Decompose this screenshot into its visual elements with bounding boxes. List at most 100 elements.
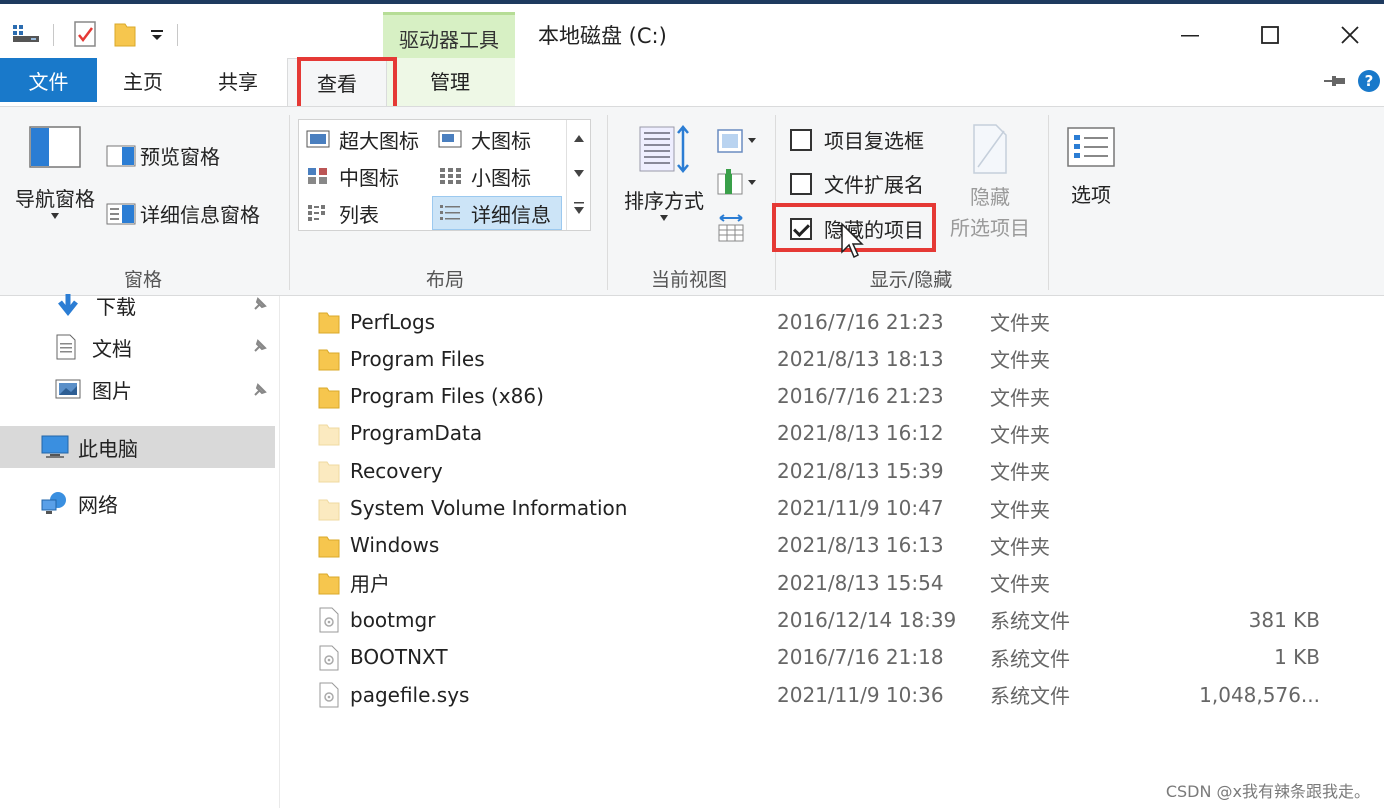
details-pane-button[interactable]: 详细信息窗格 (106, 199, 260, 228)
file-name: PerfLogs (350, 309, 436, 334)
item-checkboxes-checkbox[interactable] (790, 128, 812, 151)
details-pane-label: 详细信息窗格 (140, 203, 260, 227)
tab-home[interactable]: 主页 (100, 58, 186, 102)
layout-extra-large-icons[interactable]: 超大图标 (305, 124, 431, 154)
file-extensions-checkbox[interactable] (790, 172, 812, 195)
details-pane-icon (106, 203, 136, 224)
layout-medium-icons[interactable]: 中图标 (305, 161, 431, 191)
layout-details[interactable]: 详细信息 (432, 196, 562, 230)
file-row[interactable]: pagefile.sys 2021/11/9 10:36 系统文件 1,048,576… (282, 676, 1384, 713)
file-row[interactable]: Windows 2021/8/13 16:13 文件夹 (282, 527, 1384, 564)
file-date: 2016/7/16 21:18 (777, 645, 944, 670)
system-file-icon (319, 607, 339, 633)
add-columns-icon (717, 169, 756, 195)
file-date: 2016/12/14 18:39 (777, 607, 957, 632)
title-bar: 驱动器工具 本地磁盘 (C:) (0, 4, 1384, 62)
file-name: BOOTNXT (350, 645, 448, 670)
file-type: 文件夹 (990, 385, 1050, 410)
new-folder-icon[interactable] (110, 18, 140, 50)
file-row[interactable]: Program Files 2021/8/13 18:13 文件夹 (282, 340, 1384, 377)
pin-ribbon-icon[interactable] (1322, 68, 1348, 94)
size-columns-button[interactable] (714, 211, 748, 245)
sort-by-label: 排序方式 (624, 189, 704, 213)
ribbon-view: 导航窗格 预览窗格 详细信息窗格 窗格 超大图标 大图标 中图标 小图标 列表 … (0, 106, 1384, 296)
nav-item-network[interactable]: 网络 (40, 488, 118, 518)
file-name: System Volume Information (350, 496, 628, 520)
maximize-button[interactable] (1230, 8, 1310, 62)
file-row[interactable]: System Volume Information 2021/11/9 10:47… (282, 490, 1384, 527)
close-button[interactable] (1310, 8, 1384, 62)
hidden-items-checkbox[interactable] (790, 217, 812, 240)
tab-view[interactable]: 查看 (287, 58, 387, 106)
pin-icon[interactable] (252, 296, 268, 312)
hide-selected-button[interactable]: 隐藏 所选项目 (944, 121, 1036, 241)
nav-item-pictures[interactable]: 图片 (54, 374, 132, 404)
properties-icon[interactable] (70, 18, 100, 50)
file-date: 2021/11/9 10:36 (777, 682, 944, 707)
pictures-icon (55, 379, 81, 399)
file-row[interactable]: ProgramData 2021/8/13 16:12 文件夹 (282, 415, 1384, 452)
customize-qat-icon[interactable] (146, 22, 168, 48)
sort-icon (639, 125, 689, 173)
preview-pane-icon (106, 145, 136, 166)
add-columns-button[interactable] (714, 167, 760, 199)
tab-share[interactable]: 共享 (195, 58, 281, 102)
file-row[interactable]: Recovery 2021/8/13 15:39 文件夹 (282, 452, 1384, 489)
scroll-down-icon[interactable] (574, 170, 584, 177)
layout-label: 详细信息 (471, 202, 551, 227)
item-checkboxes-toggle[interactable]: 项目复选框 (790, 125, 924, 154)
maximize-icon (1261, 26, 1279, 44)
file-row[interactable]: 用户 2021/8/13 15:54 文件夹 (282, 564, 1384, 601)
drive-icon[interactable] (10, 18, 42, 48)
nav-label: 下载 (96, 294, 136, 319)
large-icons-icon (438, 130, 462, 148)
file-name: pagefile.sys (350, 682, 470, 707)
file-date: 2016/7/16 21:23 (777, 309, 944, 334)
tab-file[interactable]: 文件 (0, 58, 97, 102)
layout-gallery: 超大图标 大图标 中图标 小图标 列表 详细信息 (298, 119, 591, 231)
file-type: 文件夹 (990, 534, 1050, 559)
navigation-pane: 下载 文档 图片 此电脑 网络 (0, 294, 280, 808)
network-icon (41, 492, 66, 514)
pin-icon[interactable] (252, 338, 268, 354)
nav-item-downloads[interactable]: 下载 (54, 290, 136, 320)
layout-large-icons[interactable]: 大图标 (437, 124, 563, 154)
close-icon (1341, 26, 1359, 44)
file-row[interactable]: Program Files (x86) 2016/7/16 21:23 文件夹 (282, 378, 1384, 415)
file-row[interactable]: BOOTNXT 2016/7/16 21:18 系统文件 1 KB (282, 639, 1384, 676)
file-list: PerfLogs 2016/7/16 21:23 文件夹 Program Files 2… (282, 296, 1384, 808)
ribbon-tab-row: 文件 主页 共享 查看 管理 ? (0, 58, 1384, 106)
layout-list[interactable]: 列表 (305, 198, 431, 228)
layout-label: 大图标 (471, 128, 531, 153)
scroll-up-icon[interactable] (574, 135, 584, 142)
file-name: ProgramData (350, 421, 483, 446)
system-file-icon (319, 645, 339, 671)
tab-manage[interactable]: 管理 (395, 58, 505, 102)
layout-small-icons[interactable]: 小图标 (437, 161, 563, 191)
chevron-down-icon (51, 213, 59, 219)
file-type: 文件夹 (990, 497, 1050, 522)
hidden-items-label: 隐藏的项目 (824, 218, 924, 242)
file-row[interactable]: PerfLogs 2016/7/16 21:23 文件夹 (282, 303, 1384, 340)
hide-selected-label-1: 隐藏 (970, 185, 1010, 209)
size-columns-icon (718, 214, 744, 242)
help-icon[interactable]: ? (1356, 68, 1382, 94)
navigation-pane-button[interactable]: 导航窗格 (8, 125, 102, 220)
nav-label: 文档 (92, 336, 132, 361)
expand-gallery-icon[interactable] (574, 207, 584, 214)
file-extensions-toggle[interactable]: 文件扩展名 (790, 169, 924, 198)
options-icon (1067, 127, 1115, 167)
file-type: 文件夹 (990, 572, 1050, 597)
file-date: 2021/8/13 15:54 (777, 570, 944, 595)
minimize-button[interactable] (1150, 8, 1230, 62)
file-row[interactable]: bootmgr 2016/12/14 18:39 系统文件 381 KB (282, 601, 1384, 638)
download-icon (58, 294, 78, 317)
nav-item-this-pc[interactable]: 此电脑 (0, 426, 275, 468)
nav-item-documents[interactable]: 文档 (54, 332, 132, 362)
folder-icon (318, 424, 340, 446)
group-by-button[interactable] (714, 125, 760, 157)
sort-by-button[interactable]: 排序方式 (616, 123, 712, 222)
preview-pane-button[interactable]: 预览窗格 (106, 141, 220, 170)
options-button[interactable]: 选项 (1058, 125, 1124, 208)
pin-icon[interactable] (252, 382, 268, 398)
